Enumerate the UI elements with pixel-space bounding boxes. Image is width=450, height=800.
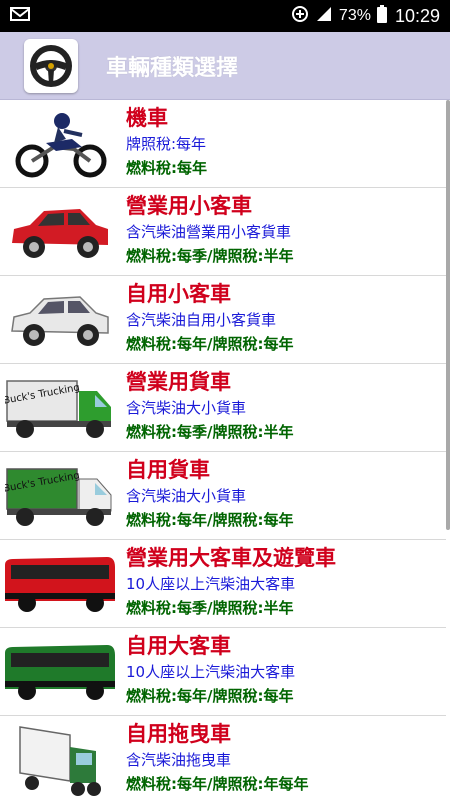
truck-icon: Buck's Trucking (0, 364, 120, 452)
vehicle-tax: 燃料稅:每年/牌照稅:年每年 (126, 775, 309, 793)
page-title: 車輛種類選擇 (106, 55, 239, 81)
vehicle-desc: 含汽柴油大小貨車 (126, 487, 247, 505)
vehicle-tax: 燃料稅:每年/牌照稅:每年 (126, 335, 294, 353)
vehicle-title: 營業用大客車及遊覽車 (126, 546, 336, 570)
signal-icon (315, 5, 333, 28)
vehicle-item-commercial-truck[interactable]: Buck's Trucking 營業用貨車 含汽柴油大小貨車 燃料稅:每季/牌照… (0, 364, 446, 452)
vehicle-desc: 牌照稅:每年 (126, 135, 207, 153)
vehicle-desc: 10人座以上汽柴油大客車 (126, 575, 296, 593)
gmail-icon (10, 6, 30, 27)
vehicle-title: 自用大客車 (126, 634, 231, 658)
vehicle-title: 營業用貨車 (126, 370, 231, 394)
vehicle-tax: 燃料稅:每季/牌照稅:半年 (126, 423, 294, 441)
vehicle-tax: 燃料稅:每年/牌照稅:每年 (126, 511, 294, 529)
vehicle-title: 營業用小客車 (126, 194, 252, 218)
red-bus-icon (0, 540, 120, 628)
semi-truck-icon (0, 716, 120, 800)
vehicle-title: 機車 (126, 106, 168, 130)
vehicle-tax: 燃料稅:每年/牌照稅:每年 (126, 687, 294, 705)
green-bus-icon (0, 628, 120, 716)
status-bar: 73% 10:29 (0, 0, 450, 32)
vehicle-title: 自用小客車 (126, 282, 231, 306)
vehicle-desc: 含汽柴油自用小客貨車 (126, 311, 277, 329)
vehicle-title: 自用貨車 (126, 458, 210, 482)
scrollbar-thumb[interactable] (446, 100, 450, 530)
vehicle-desc: 10人座以上汽柴油大客車 (126, 663, 296, 681)
vehicle-item-commercial-bus[interactable]: 營業用大客車及遊覽車 10人座以上汽柴油大客車 燃料稅:每季/牌照稅:半年 (0, 540, 446, 628)
motorcycle-icon (0, 100, 120, 188)
truck-icon: Buck's Trucking (0, 452, 120, 540)
data-saver-icon (291, 5, 309, 28)
red-suv-icon (0, 188, 120, 276)
vehicle-title: 自用拖曳車 (126, 722, 231, 746)
battery-icon (376, 4, 387, 28)
battery-percent: 73% (338, 7, 371, 24)
vehicle-tax: 燃料稅:每季/牌照稅:半年 (126, 599, 294, 617)
vehicle-tax: 燃料稅:每年 (126, 159, 207, 177)
vehicle-desc: 含汽柴油大小貨車 (126, 399, 247, 417)
white-suv-icon (0, 276, 120, 364)
vehicle-list: 機車 牌照稅:每年 燃料稅:每年 營業用小客車 含汽柴油營業用小客貨車 燃料稅:… (0, 100, 450, 800)
vehicle-desc: 含汽柴油拖曳車 (126, 751, 232, 769)
clock: 10:29 (394, 5, 440, 26)
app-bar: 車輛種類選擇 (0, 32, 450, 100)
vehicle-item-tractor-trailer[interactable]: 自用拖曳車 含汽柴油拖曳車 燃料稅:每年/牌照稅:年每年 (0, 716, 446, 800)
vehicle-tax: 燃料稅:每季/牌照稅:半年 (126, 247, 294, 265)
vehicle-item-private-car[interactable]: 自用小客車 含汽柴油自用小客貨車 燃料稅:每年/牌照稅:每年 (0, 276, 446, 364)
vehicle-desc: 含汽柴油營業用小客貨車 (126, 223, 292, 241)
vehicle-item-private-truck[interactable]: Buck's Trucking 自用貨車 含汽柴油大小貨車 燃料稅:每年/牌照稅… (0, 452, 446, 540)
steering-wheel-icon (24, 38, 78, 93)
vehicle-item-motorcycle[interactable]: 機車 牌照稅:每年 燃料稅:每年 (0, 100, 446, 188)
vehicle-item-commercial-car[interactable]: 營業用小客車 含汽柴油營業用小客貨車 燃料稅:每季/牌照稅:半年 (0, 188, 446, 276)
vehicle-item-private-bus[interactable]: 自用大客車 10人座以上汽柴油大客車 燃料稅:每年/牌照稅:每年 (0, 628, 446, 716)
